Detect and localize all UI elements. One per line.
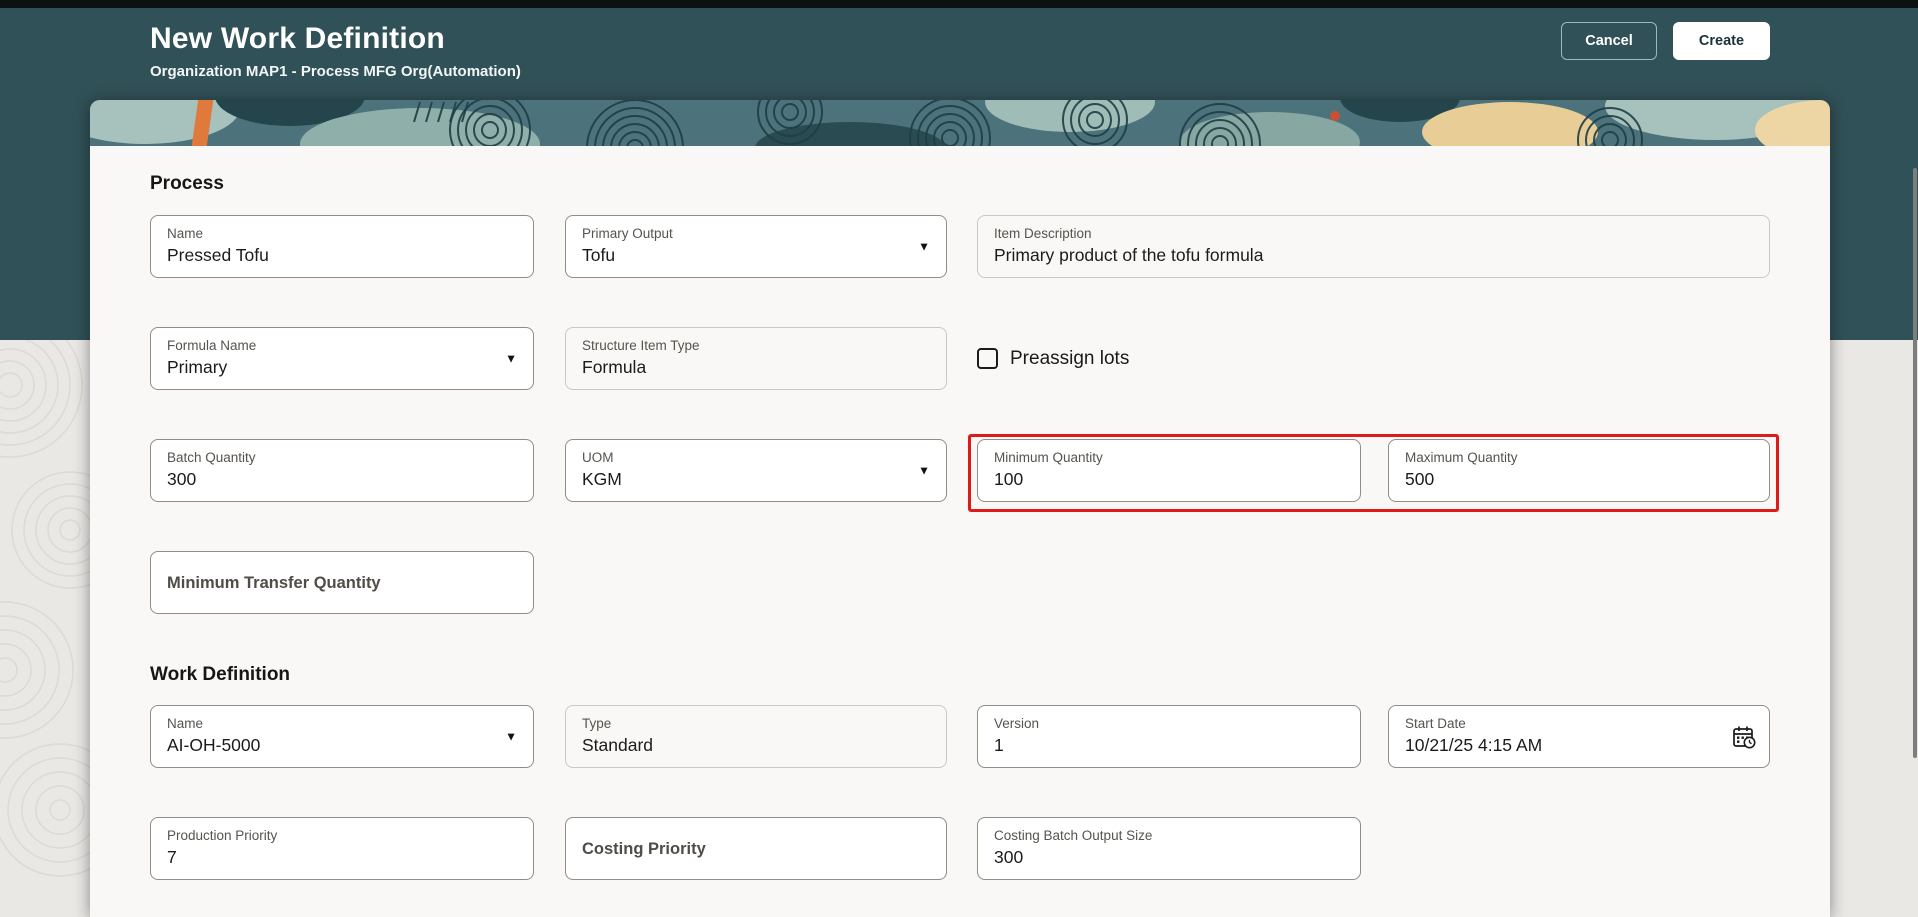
type-value: Standard [582, 733, 906, 757]
create-button[interactable]: Create [1673, 22, 1770, 60]
decorative-banner [90, 100, 1830, 146]
chevron-down-icon: ▼ [505, 351, 517, 365]
chevron-down-icon: ▼ [918, 463, 930, 477]
version-field[interactable]: Version 1 [977, 705, 1361, 768]
vertical-scrollbar-thumb[interactable] [1913, 168, 1917, 758]
formula-name-select[interactable]: Formula Name Primary ▼ [150, 327, 534, 390]
costing-batch-output-size-field[interactable]: Costing Batch Output Size 300 [977, 817, 1361, 880]
process-row-3: Batch Quantity 300 UOM KGM ▼ Minimum Qua… [150, 439, 1772, 502]
uom-label: UOM [582, 449, 906, 466]
minimum-quantity-label: Minimum Quantity [994, 449, 1320, 466]
item-description-label: Item Description [994, 225, 1729, 242]
preassign-lots-label: Preassign lots [1010, 348, 1129, 370]
work-definition-row-2: Production Priority 7 Costing Priority C… [150, 817, 1772, 880]
production-priority-field[interactable]: Production Priority 7 [150, 817, 534, 880]
new-work-definition-page: New Work Definition Organization MAP1 - … [0, 0, 1918, 917]
primary-output-select[interactable]: Primary Output Tofu ▼ [565, 215, 947, 278]
chevron-down-icon: ▼ [918, 239, 930, 253]
structure-item-type-field: Structure Item Type Formula [565, 327, 947, 390]
preassign-lots-row: Preassign lots [977, 327, 1129, 390]
quantity-group: Minimum Quantity 100 Maximum Quantity 50… [977, 439, 1770, 502]
maximum-quantity-label: Maximum Quantity [1405, 449, 1729, 466]
process-row-2: Formula Name Primary ▼ Structure Item Ty… [150, 327, 1772, 390]
maximum-quantity-field[interactable]: Maximum Quantity 500 [1388, 439, 1770, 502]
primary-output-label: Primary Output [582, 225, 906, 242]
batch-quantity-value: 300 [167, 467, 493, 491]
name-label: Name [167, 225, 493, 242]
preassign-lots-checkbox[interactable] [977, 348, 998, 369]
page-header: New Work Definition Organization MAP1 - … [150, 22, 521, 80]
type-label: Type [582, 715, 906, 732]
uom-select[interactable]: UOM KGM ▼ [565, 439, 947, 502]
window-top-edge [0, 0, 1918, 8]
costing-batch-output-size-label: Costing Batch Output Size [994, 827, 1320, 844]
formula-name-label: Formula Name [167, 337, 493, 354]
maximum-quantity-value: 500 [1405, 467, 1729, 491]
version-label: Version [994, 715, 1320, 732]
structure-item-type-label: Structure Item Type [582, 337, 906, 354]
form-content: Process Name Pressed Tofu Primary Output… [90, 146, 1830, 880]
start-date-field[interactable]: Start Date 10/21/25 4:15 AM [1388, 705, 1770, 768]
version-value: 1 [994, 733, 1320, 757]
header-actions: Cancel Create [1561, 22, 1770, 60]
production-priority-value: 7 [167, 845, 493, 869]
name-value: Pressed Tofu [167, 243, 493, 267]
cancel-button[interactable]: Cancel [1561, 22, 1657, 60]
work-definition-row-1: Name AI-OH-5000 ▼ Type Standard Version … [150, 705, 1772, 768]
process-row-1: Name Pressed Tofu Primary Output Tofu ▼ … [150, 215, 1772, 278]
page-title: New Work Definition [150, 22, 521, 56]
type-field: Type Standard [565, 705, 947, 768]
page-subtitle: Organization MAP1 - Process MFG Org(Auto… [150, 63, 521, 80]
uom-value: KGM [582, 467, 906, 491]
minimum-transfer-quantity-field[interactable]: Minimum Transfer Quantity [150, 551, 534, 614]
work-definition-name-value: AI-OH-5000 [167, 733, 493, 757]
minimum-quantity-value: 100 [994, 467, 1320, 491]
costing-priority-field[interactable]: Costing Priority [565, 817, 947, 880]
item-description-value: Primary product of the tofu formula [994, 243, 1729, 267]
process-row-4: Minimum Transfer Quantity [150, 551, 1772, 614]
formula-name-value: Primary [167, 355, 493, 379]
start-date-value: 10/21/25 4:15 AM [1405, 733, 1729, 757]
work-definition-section-title: Work Definition [150, 663, 1830, 687]
minimum-quantity-field[interactable]: Minimum Quantity 100 [977, 439, 1361, 502]
production-priority-label: Production Priority [167, 827, 493, 844]
costing-priority-label: Costing Priority [582, 839, 906, 859]
name-field[interactable]: Name Pressed Tofu [150, 215, 534, 278]
work-definition-form-card: Process Name Pressed Tofu Primary Output… [90, 100, 1830, 917]
work-definition-name-select[interactable]: Name AI-OH-5000 ▼ [150, 705, 534, 768]
calendar-clock-icon[interactable] [1731, 724, 1757, 750]
start-date-label: Start Date [1405, 715, 1729, 732]
chevron-down-icon: ▼ [505, 729, 517, 743]
work-definition-name-label: Name [167, 715, 493, 732]
structure-item-type-value: Formula [582, 355, 906, 379]
costing-batch-output-size-value: 300 [994, 845, 1320, 869]
batch-quantity-field[interactable]: Batch Quantity 300 [150, 439, 534, 502]
process-section-title: Process [150, 172, 1830, 196]
batch-quantity-label: Batch Quantity [167, 449, 493, 466]
item-description-field: Item Description Primary product of the … [977, 215, 1770, 278]
minimum-transfer-quantity-label: Minimum Transfer Quantity [167, 573, 493, 593]
primary-output-value: Tofu [582, 243, 906, 267]
